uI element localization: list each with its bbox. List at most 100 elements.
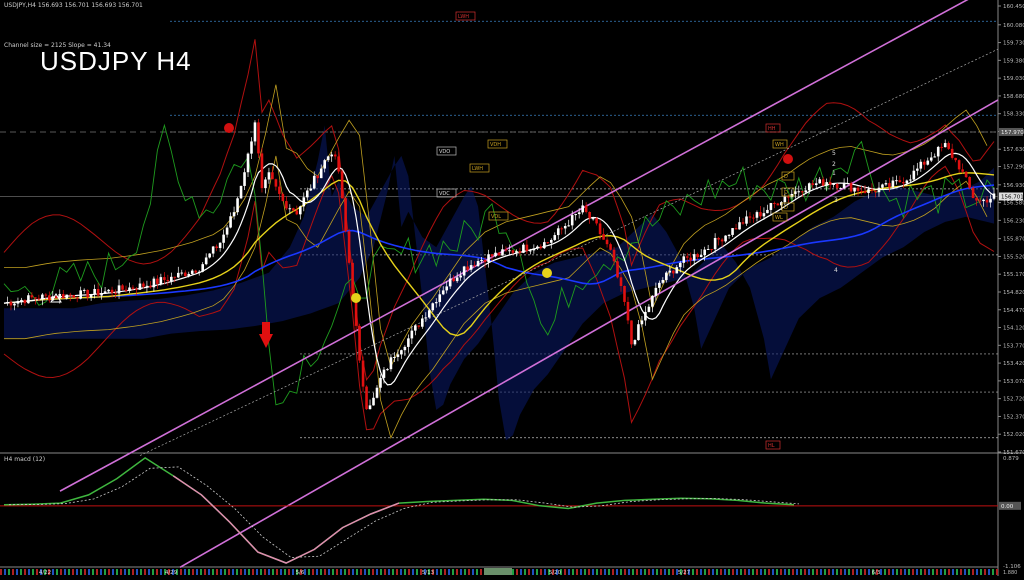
session-tick — [64, 569, 66, 575]
session-tick — [332, 569, 334, 575]
candle-body — [361, 360, 365, 387]
session-tick — [732, 569, 734, 575]
candle-body — [27, 295, 30, 304]
candle-body — [215, 246, 218, 249]
level-tag-label: D — [784, 190, 788, 196]
candle-body — [536, 246, 539, 249]
session-tick — [600, 569, 602, 575]
session-tick — [24, 569, 26, 575]
session-tick — [824, 569, 826, 575]
chart-canvas[interactable]: 160.450 160.080 159.730 159.380 159.030 158.6… — [0, 0, 1024, 576]
session-tick — [544, 569, 546, 575]
candle-body — [644, 311, 647, 321]
candle-body — [916, 168, 919, 171]
session-tick — [576, 569, 578, 575]
session-tick — [804, 569, 806, 575]
price-tick-label: 153.420 — [1003, 361, 1024, 367]
candle-body — [333, 154, 337, 157]
time-axis-label: 5/27 — [678, 570, 691, 576]
candle-body — [239, 185, 243, 199]
candle-body — [556, 228, 560, 236]
session-tick — [968, 569, 970, 575]
candle-body — [905, 180, 909, 184]
candle-body — [776, 203, 780, 206]
candle-body — [602, 234, 605, 240]
macd-top-tick: 0.879 — [1003, 456, 1019, 462]
session-tick — [916, 569, 918, 575]
candle-body — [246, 153, 250, 173]
candle-body — [6, 301, 9, 304]
wave-count-label: 2 — [832, 161, 836, 168]
candle-body — [393, 356, 396, 358]
session-tick — [392, 569, 394, 575]
session-tick — [952, 569, 954, 575]
candle-body — [591, 218, 595, 220]
session-tick — [704, 569, 706, 575]
candle-body — [682, 256, 686, 263]
candle-body — [135, 288, 138, 290]
candle-body — [874, 190, 877, 193]
session-tick — [4, 569, 6, 575]
session-tick — [648, 569, 650, 575]
candle-body — [978, 200, 982, 202]
wave-count-label: 4 — [834, 267, 838, 274]
level-tag-label: WL — [775, 215, 783, 221]
candle-body — [623, 285, 626, 302]
session-tick — [72, 569, 74, 575]
candle-body — [152, 278, 156, 288]
candle-body — [58, 293, 62, 299]
wave-count-label: 5 — [832, 150, 836, 157]
candle-body — [734, 228, 738, 230]
session-tick — [712, 569, 714, 575]
session-tick — [956, 569, 958, 575]
session-tick — [828, 569, 830, 575]
candle-body — [86, 289, 89, 298]
level-tag-label: HH — [768, 126, 776, 132]
candle-body — [724, 235, 727, 242]
session-tick — [796, 569, 798, 575]
session-tick — [292, 569, 294, 575]
level-tag-label: VDH — [490, 142, 501, 148]
session-tick — [464, 569, 466, 575]
candle-body — [717, 238, 720, 240]
session-tick — [800, 569, 802, 575]
candle-body — [703, 249, 706, 256]
candle-body — [692, 254, 696, 261]
candle-body — [671, 270, 675, 274]
candle-body — [302, 197, 306, 207]
session-tick — [696, 569, 698, 575]
session-tick — [572, 569, 574, 575]
price-tick-label: 155.870 — [1003, 237, 1024, 243]
candle-body — [23, 299, 27, 304]
level-tag-label: WH — [775, 142, 784, 148]
candle-body — [403, 346, 407, 351]
candle-body — [476, 261, 480, 267]
session-tick — [104, 569, 106, 575]
session-tick — [192, 569, 194, 575]
candle-body — [455, 277, 459, 282]
candle-body — [264, 179, 267, 189]
session-tick — [264, 569, 266, 575]
candle-body — [783, 196, 787, 203]
session-tick — [980, 569, 982, 575]
candle-body — [797, 191, 801, 193]
session-tick — [20, 569, 22, 575]
candle-body — [176, 272, 180, 278]
candle-body — [518, 251, 522, 253]
candle-body — [382, 369, 386, 378]
candle-body — [124, 289, 128, 292]
session-tick — [416, 569, 418, 575]
session-tick — [452, 569, 454, 575]
candle-body — [82, 289, 86, 291]
chart-title-overlay: USDJPY H4 — [40, 46, 192, 76]
candle-body — [225, 227, 229, 235]
candle-body — [149, 285, 152, 288]
session-tick — [992, 569, 994, 575]
candle-body — [278, 186, 281, 194]
candle-body — [441, 290, 445, 295]
session-tick — [604, 569, 606, 575]
candle-body — [344, 198, 347, 232]
candle-body — [285, 201, 288, 209]
session-tick — [524, 569, 526, 575]
session-tick — [584, 569, 586, 575]
